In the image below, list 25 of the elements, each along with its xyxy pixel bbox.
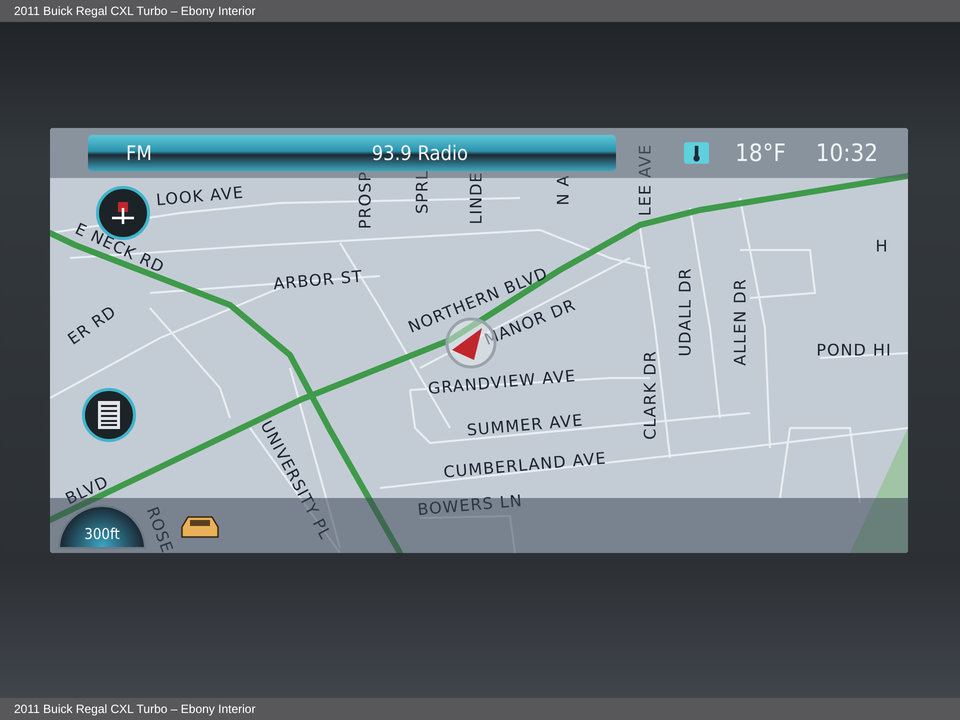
photo-caption: 2011 Buick Regal CXL Turbo – Ebony Interior: [0, 0, 960, 22]
clock: 10:32: [816, 139, 878, 167]
street-label: CLARK DR: [640, 350, 660, 440]
street-label: POND HI: [816, 340, 892, 360]
thermometer-icon: [684, 141, 710, 165]
street-label: UDALL DR: [676, 267, 694, 357]
street-label: SUMMER AVE: [466, 410, 584, 440]
list-icon: [98, 401, 120, 429]
street-label: LEE AVE: [636, 144, 654, 216]
street-label: PROSP: [356, 170, 374, 230]
street-label: ALLEN DR: [730, 278, 750, 366]
street-label: GRANDVIEW AVE: [427, 366, 577, 398]
street-label: N A: [554, 174, 572, 206]
street-label: CUMBERLAND AVE: [442, 448, 608, 482]
street-label: LINDE: [466, 171, 486, 225]
photo-caption: 2011 Buick Regal CXL Turbo – Ebony Interior: [0, 698, 960, 720]
temperature: 18°F: [735, 139, 786, 167]
street-label: ARBOR ST: [272, 266, 364, 294]
street-label: BOWERS LN: [416, 490, 524, 520]
street-label: H: [875, 236, 889, 256]
radio-station-label: 93.9 Radio: [372, 141, 468, 165]
radio-band-label: FM: [126, 141, 152, 165]
street-label: SPRL: [412, 170, 432, 214]
street-label: ER RD: [64, 302, 120, 348]
street-label: LOOK AVE: [155, 182, 245, 210]
